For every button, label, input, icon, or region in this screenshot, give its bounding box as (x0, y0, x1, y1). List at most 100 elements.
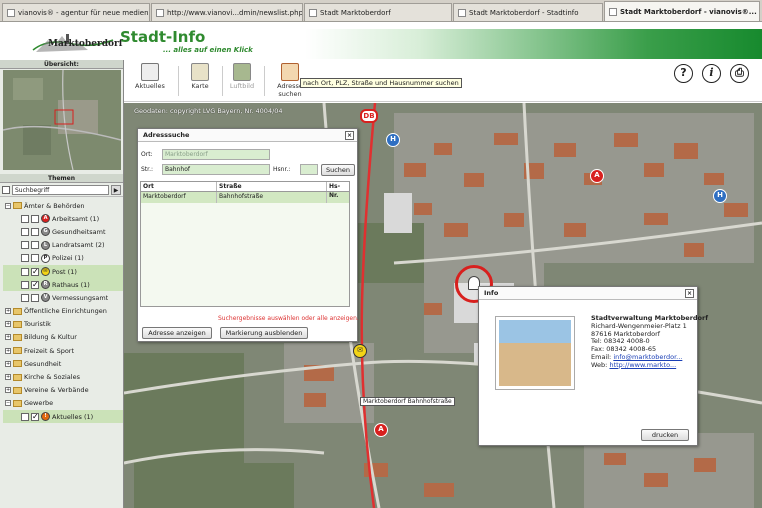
theme-tree-row[interactable]: ✉Post (1) (3, 264, 123, 279)
theme-label: Rathaus (1) (52, 280, 90, 289)
browser-tab[interactable]: vianovis® - agentur für neue medien (2, 3, 150, 21)
theme-checkbox[interactable] (21, 280, 29, 289)
theme-tree-row[interactable]: + Touristik (3, 318, 123, 331)
theme-checkbox[interactable] (21, 214, 29, 223)
expand-icon[interactable]: + (5, 387, 11, 394)
expand-icon[interactable]: + (5, 334, 11, 341)
theme-visibility-checkbox[interactable] (31, 227, 39, 236)
browser-tab-label: http://www.vianovi...dmin/newslist.php (167, 8, 303, 17)
folder-icon (13, 386, 22, 394)
email-link[interactable]: info@marktoberdor... (613, 353, 682, 361)
collapse-icon[interactable]: − (5, 400, 11, 407)
theme-checkbox[interactable] (21, 254, 29, 263)
theme-tree-row[interactable]: + Freizeit & Sport (3, 344, 123, 357)
theme-checkbox[interactable] (21, 412, 29, 421)
theme-tree-row[interactable]: + Kirche & Soziales (3, 370, 123, 383)
select-all-checkbox[interactable] (2, 185, 10, 194)
browser-tab[interactable]: http://www.vianovi...dmin/newslist.php (151, 3, 303, 21)
theme-tree-row[interactable]: G Gesundheitsamt (3, 225, 123, 238)
theme-tree-row[interactable]: + Bildung & Kultur (3, 331, 123, 344)
page-favicon-icon (609, 7, 617, 16)
results-hint: Suchergebnisse auswählen oder alle anzei… (218, 315, 359, 322)
theme-search-input[interactable]: Suchbegriff (12, 184, 109, 195)
address-search-dialog: Adresssuche × Ort: Marktoberdorf Str.: B… (137, 128, 359, 342)
column-header[interactable]: Hs-Nr. (327, 182, 349, 199)
expand-icon[interactable]: + (5, 360, 11, 367)
close-icon[interactable]: × (345, 131, 354, 140)
column-header[interactable]: Ort (141, 182, 217, 191)
hospital-poi-icon[interactable]: H (386, 133, 400, 147)
results-header: Ort Straße Hs-Nr. (141, 182, 349, 199)
theme-visibility-checkbox[interactable] (31, 280, 39, 289)
theme-checkbox[interactable] (21, 293, 29, 302)
app-title: Stadt-Info (120, 28, 206, 46)
theme-visibility-checkbox[interactable] (31, 254, 39, 263)
tool-label: Karte (191, 82, 209, 90)
theme-tree-row[interactable]: V Vermessungsamt (3, 291, 123, 304)
theme-tree-row[interactable]: + Gesundheit (3, 357, 123, 370)
logo-wordmark: Marktoberdorf (48, 39, 123, 49)
show-address-button[interactable]: Adresse anzeigen (142, 327, 212, 339)
theme-tree-row[interactable]: − Ämter & Behörden (3, 199, 123, 212)
contact-details: Stadtverwaltung Marktoberdorf Richard-We… (591, 314, 708, 370)
hide-marker-button[interactable]: Markierung ausblenden (220, 327, 308, 339)
theme-checkbox[interactable] (21, 241, 29, 250)
ort-input[interactable]: Marktoberdorf (162, 149, 270, 160)
theme-tree-row[interactable]: L Landratsamt (2) (3, 239, 123, 252)
aerial-photo-icon (233, 63, 251, 81)
expand-icon[interactable]: + (5, 321, 11, 328)
browser-tab[interactable]: Stadt Marktoberdorf - Stadtinfo (453, 3, 603, 21)
theme-tree-row[interactable]: RRathaus (1) (3, 278, 123, 292)
close-icon[interactable]: × (685, 289, 694, 298)
theme-checkbox[interactable] (21, 227, 29, 236)
help-button[interactable]: ? (674, 64, 693, 83)
tool-karte-button[interactable]: Karte (182, 63, 218, 90)
street-input[interactable]: Bahnhof (162, 164, 270, 175)
table-row[interactable]: Marktoberdorf Bahnhofstraße (141, 192, 349, 203)
employment-office-poi-icon[interactable]: A (590, 169, 604, 183)
column-header[interactable]: Straße (217, 182, 327, 191)
tool-aktuelles-button[interactable]: Aktuelles (132, 63, 168, 90)
theme-label: Ämter & Behörden (24, 201, 85, 210)
theme-tree-row[interactable]: P Polizei (1) (3, 252, 123, 265)
expand-icon[interactable]: + (5, 308, 11, 315)
play-arrow-icon[interactable]: ▶ (111, 184, 121, 195)
themes-heading: Themen (0, 174, 123, 183)
employment-office-poi-icon[interactable]: A (374, 423, 388, 437)
news-icon (141, 63, 159, 81)
theme-visibility-checkbox[interactable] (31, 293, 39, 302)
theme-label: Landratsamt (2) (52, 241, 105, 250)
town-hall-image (499, 320, 571, 386)
theme-label: Kirche & Soziales (24, 373, 80, 382)
hospital-poi-icon[interactable]: H (713, 189, 727, 203)
theme-tree-row[interactable]: + Öffentliche Einrichtungen (3, 305, 123, 318)
web-link[interactable]: http://www.markto... (609, 361, 676, 369)
town-hall-photo[interactable] (495, 316, 575, 390)
theme-tree-row[interactable]: + Vereine & Verbände (3, 384, 123, 397)
theme-tree-row[interactable]: !Aktuelles (1) (3, 410, 123, 424)
theme-visibility-checkbox[interactable] (31, 412, 39, 421)
search-button[interactable]: Suchen (321, 164, 355, 176)
theme-label: Touristik (24, 320, 51, 329)
browser-tab-active[interactable]: Stadt Marktoberdorf - vianovis®... × (604, 1, 760, 21)
theme-visibility-checkbox[interactable] (31, 214, 39, 223)
info-button[interactable]: i (702, 64, 721, 83)
collapse-icon[interactable]: − (5, 202, 11, 209)
theme-tree-row[interactable]: − Gewerbe (3, 397, 123, 410)
overview-map[interactable] (3, 70, 121, 170)
expand-icon[interactable]: + (5, 374, 11, 381)
post-office-poi-icon[interactable]: ✉ (353, 344, 367, 358)
theme-visibility-checkbox[interactable] (31, 267, 39, 276)
dialog-title: Info × (479, 287, 697, 300)
browser-tab[interactable]: Stadt Marktoberdorf (304, 3, 452, 21)
theme-checkbox[interactable] (21, 267, 29, 276)
house-number-input[interactable] (300, 164, 318, 175)
railway-station-icon[interactable]: DB (360, 109, 378, 123)
expand-icon[interactable]: + (5, 347, 11, 354)
print-info-button[interactable]: drucken (641, 429, 689, 441)
print-button[interactable]: ⎙ (730, 64, 749, 83)
theme-visibility-checkbox[interactable] (31, 241, 39, 250)
category-icon: G (41, 227, 50, 237)
theme-tree-row[interactable]: A Arbeitsamt (1) (3, 212, 123, 225)
tool-luftbild-button[interactable]: Luftbild (224, 63, 260, 90)
